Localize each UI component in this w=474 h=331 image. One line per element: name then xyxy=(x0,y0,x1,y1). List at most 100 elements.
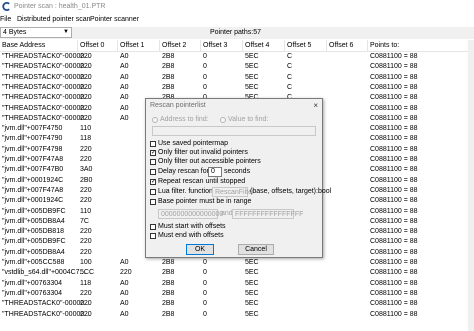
only-filter-invalid-checkbox[interactable]: ✓ xyxy=(150,150,156,156)
table-cell: C0881100 = 88 xyxy=(370,279,418,287)
table-cell: C0881100 = 88 xyxy=(370,135,418,143)
table-cell: 220 xyxy=(80,94,92,102)
table-cell: C0881100 = 88 xyxy=(370,94,418,102)
table-cell: 2B8 xyxy=(162,259,175,266)
value-to-find-radio[interactable] xyxy=(220,117,226,123)
repeat-rescan-checkbox[interactable]: ✓ xyxy=(150,179,156,185)
column-header[interactable]: Offset 1 xyxy=(120,42,144,49)
column-divider[interactable] xyxy=(159,40,160,51)
menu-distributed-pointer-scan[interactable]: Distributed pointer scan xyxy=(17,16,91,23)
rescan-dialog: Rescan pointerlist × Address to find: Va… xyxy=(145,98,331,258)
column-header[interactable]: Offset 5 xyxy=(287,42,311,49)
table-cell: C0881100 = 88 xyxy=(370,114,418,122)
use-saved-pointermap-checkbox[interactable] xyxy=(150,141,156,147)
lua-filter-input[interactable]: RescanFilter xyxy=(212,187,254,197)
table-row[interactable]: "THREADSTACK0"-00000...220 A0 2B8 0 5EC C0881… xyxy=(0,310,474,320)
table-cell: "jvm.dll"+0001924C xyxy=(2,197,64,205)
delay-seconds-input[interactable]: 0 xyxy=(208,167,222,177)
table-cell: 0 xyxy=(203,63,207,71)
find-value-input[interactable] xyxy=(152,126,316,136)
table-cell: "jvm.dll"+007F47B0 xyxy=(2,166,64,174)
cheat-engine-icon xyxy=(2,2,10,11)
use-saved-pointermap-label: Use saved pointermap xyxy=(158,140,229,147)
window-title: Pointer scan : health_01.PTR xyxy=(14,3,106,10)
column-divider[interactable] xyxy=(200,40,201,51)
must-start-offsets-checkbox[interactable] xyxy=(150,224,156,230)
table-cell: 220 xyxy=(80,248,92,256)
address-to-find-radio[interactable] xyxy=(152,117,158,123)
vertical-scrollbar[interactable] xyxy=(468,40,474,331)
table-cell: C0881100 = 88 xyxy=(370,310,418,318)
table-cell: 5EC xyxy=(245,259,259,266)
table-cell: "jvm.dll"+005DB818 xyxy=(2,228,64,236)
table-cell: "THREADSTACK0"-00000... xyxy=(2,53,91,60)
table-cell: 7C xyxy=(80,217,89,225)
delay-rescan-checkbox[interactable] xyxy=(150,169,156,175)
table-cell: "jvm.dll"+005CC588 xyxy=(2,259,65,266)
table-cell: "vstdlib_s64.dll"+0004C7... xyxy=(2,269,86,277)
table-row[interactable]: "THREADSTACK0"-00000...220 A0 2B8 0 5EC C0881… xyxy=(0,299,474,309)
table-cell: C0881100 = 88 xyxy=(370,269,418,277)
cancel-button[interactable]: Cancel xyxy=(238,244,274,255)
column-header[interactable]: Offset 4 xyxy=(245,42,269,49)
menu-pointer-scanner[interactable]: Pointer scanner xyxy=(90,16,139,23)
lua-filter-label: Lua filter. function xyxy=(158,188,213,195)
table-cell: 5EC xyxy=(245,269,259,277)
table-row[interactable]: "THREADSTACK0"-00000...220 A0 2B8 0 5EC C C088… xyxy=(0,83,474,93)
base-pointer-range-checkbox[interactable] xyxy=(150,199,156,205)
table-cell: 220 xyxy=(80,145,92,153)
table-cell: A0 xyxy=(120,53,129,60)
table-cell: A0 xyxy=(120,104,129,112)
range-to-input[interactable]: FFFFFFFFFFFFFFFF xyxy=(232,209,303,219)
table-cell: 3A0 xyxy=(80,166,93,174)
table-row[interactable]: "vstdlib_s64.dll"+0004C7... 5CC 220 2B8 0 5EC… xyxy=(0,268,474,278)
table-row[interactable]: "THREADSTACK0"-00000...220 A0 2B8 0 5EC C C088… xyxy=(0,73,474,83)
column-divider[interactable] xyxy=(117,40,118,51)
menu-file[interactable]: File xyxy=(0,16,11,23)
range-from-input[interactable]: 0000000000000000 xyxy=(158,209,223,219)
column-divider[interactable] xyxy=(326,40,327,51)
table-row[interactable]: "jvm.dll"+005CC588 100 A0 2B8 0 5EC C0881100 =… xyxy=(0,258,474,268)
column-header[interactable]: Points to: xyxy=(370,42,399,49)
table-row[interactable]: "jvm.dll"+00763304 220 A0 2B8 0 5EC C0881100 =… xyxy=(0,289,474,299)
lua-filter-checkbox[interactable] xyxy=(150,189,156,195)
table-cell: "THREADSTACK0"-00000... xyxy=(2,63,91,71)
table-cell: 5EC xyxy=(245,53,259,60)
table-cell: 2B8 xyxy=(162,53,175,60)
must-end-offsets-checkbox[interactable] xyxy=(150,233,156,239)
column-divider[interactable] xyxy=(284,40,285,51)
column-header[interactable]: Offset 2 xyxy=(162,42,186,49)
table-row[interactable]: "THREADSTACK0"-00000...220 A0 2B8 0 5EC C C088… xyxy=(0,52,474,62)
table-cell: C0881100 = 88 xyxy=(370,248,418,256)
only-filter-accessible-checkbox[interactable] xyxy=(150,159,156,165)
column-divider[interactable] xyxy=(367,40,368,51)
column-header[interactable]: Offset 0 xyxy=(80,42,104,49)
close-icon[interactable]: × xyxy=(313,101,318,110)
base-pointer-range-label: Base pointer must be in range xyxy=(158,198,252,205)
table-cell: "THREADSTACK0"-00000... xyxy=(2,94,91,102)
table-cell: C0881100 = 88 xyxy=(370,300,418,308)
column-header[interactable]: Offset 3 xyxy=(203,42,227,49)
table-cell: "jvm.dll"+005DB8A4 xyxy=(2,248,65,256)
table-cell: 0 xyxy=(203,269,207,277)
range-from-value: 0000000000000000 xyxy=(161,211,224,218)
table-cell: 2B8 xyxy=(162,83,175,91)
column-divider[interactable] xyxy=(242,40,243,51)
table-cell: 100 xyxy=(80,259,92,266)
table-cell: 220 xyxy=(80,104,92,112)
column-divider[interactable] xyxy=(77,40,78,51)
table-cell: C0881100 = 88 xyxy=(370,289,418,297)
table-cell: 0 xyxy=(203,83,207,91)
table-row[interactable]: "jvm.dll"+00763304 118 A0 2B8 0 5EC C0881100 =… xyxy=(0,279,474,289)
table-cell: C0881100 = 88 xyxy=(370,104,418,112)
value-type-select[interactable]: 4 Bytes ▼ xyxy=(0,27,72,38)
table-cell: "jvm.dll"+005DB8A4 xyxy=(2,217,65,225)
table-cell: 5EC xyxy=(245,310,259,318)
table-cell: 2B8 xyxy=(162,73,175,81)
column-header[interactable]: Offset 6 xyxy=(329,42,353,49)
table-cell: 2B8 xyxy=(162,269,175,277)
column-header[interactable]: Base Address xyxy=(2,42,45,49)
table-row[interactable]: "THREADSTACK0"-00000...220 A0 2B8 0 5EC C C088… xyxy=(0,62,474,72)
ok-button[interactable]: OK xyxy=(186,244,214,255)
table-cell: "THREADSTACK0"-00000... xyxy=(2,310,91,318)
